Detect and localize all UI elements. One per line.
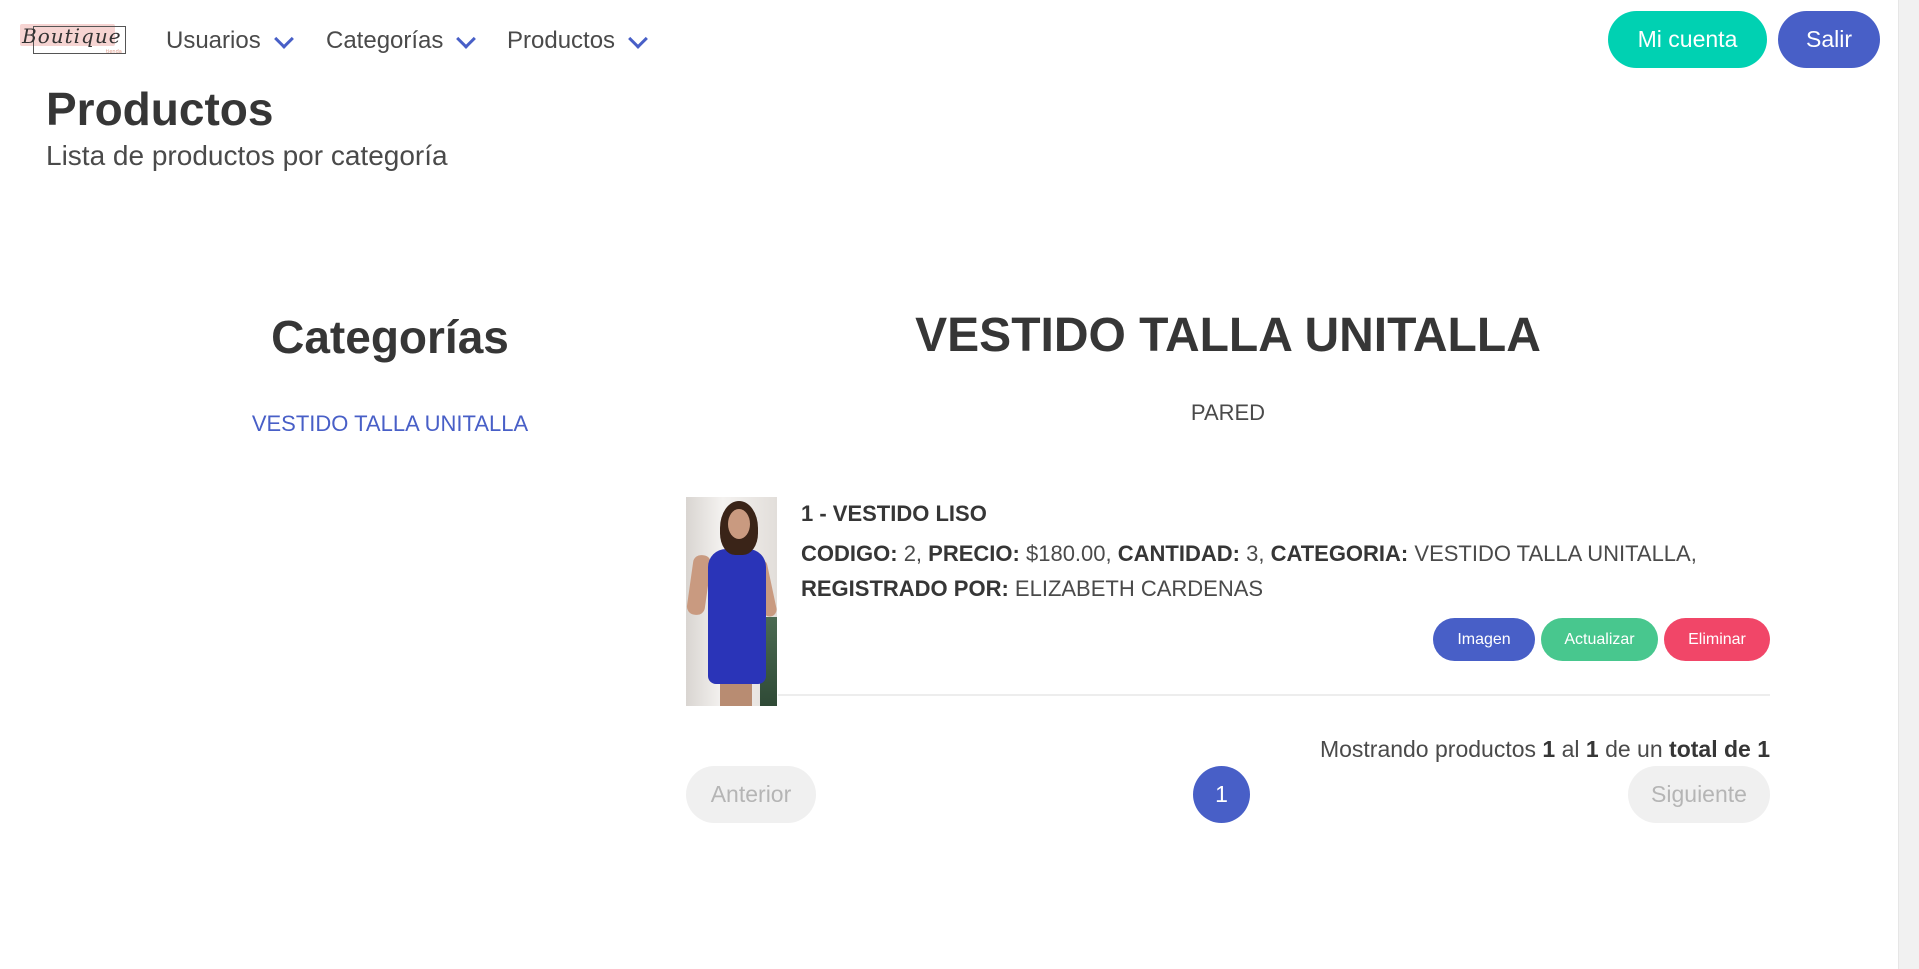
price-label: PRECIO: <box>928 541 1020 566</box>
quantity-label: CANTIDAD: <box>1117 541 1240 566</box>
nav-menu-label: Categorías <box>326 27 444 54</box>
code-value: 2, <box>903 541 923 566</box>
page-scrollbar[interactable] <box>1898 0 1919 969</box>
brand-logo[interactable]: Boutique tienda <box>18 22 128 56</box>
update-button[interactable]: Actualizar <box>1541 618 1658 661</box>
registered-by-label: REGISTRADO POR: <box>801 576 1009 601</box>
category-value: VESTIDO TALLA UNITALLA, <box>1414 541 1697 566</box>
registered-by-value: ELIZABETH CARDENAS <box>1014 576 1264 601</box>
price-value: $180.00, <box>1025 541 1112 566</box>
nav-menu-usuarios[interactable]: Usuarios <box>166 24 294 58</box>
category-link[interactable]: VESTIDO TALLA UNITALLA <box>190 411 590 437</box>
my-account-button[interactable]: Mi cuenta <box>1608 11 1767 68</box>
code-label: CODIGO: <box>801 541 898 566</box>
chevron-down-icon <box>273 29 294 49</box>
nav-menu-productos[interactable]: Productos <box>507 24 648 58</box>
categories-title: Categorías <box>271 311 509 363</box>
nav-menu-categorias[interactable]: Categorías <box>326 24 477 58</box>
nav-menu-label: Productos <box>507 27 616 54</box>
pagination-current-page[interactable]: 1 <box>1193 766 1250 823</box>
navbar: Boutique tienda Usuarios Categorías Prod… <box>0 0 1898 80</box>
pagination-previous-button[interactable]: Anterior <box>686 766 816 823</box>
chevron-down-icon <box>456 29 477 49</box>
page-subtitle: Lista de productos por categoría <box>46 140 448 171</box>
product-item: 1 - VESTIDO LISO CODIGO: 2, PRECIO: $180… <box>686 497 1770 707</box>
chevron-down-icon <box>628 29 648 49</box>
category-description: PARED <box>1190 400 1266 425</box>
product-photo <box>686 497 777 706</box>
logo-text: Boutique <box>22 24 122 48</box>
results-summary: Mostrando productos 1 al 1 de un total d… <box>1319 736 1770 762</box>
image-button[interactable]: Imagen <box>1433 618 1535 661</box>
product-details: CODIGO: 2, PRECIO: $180.00, CANTIDAD: 3,… <box>801 536 1761 606</box>
quantity-value: 3, <box>1246 541 1265 566</box>
product-name: 1 - VESTIDO LISO <box>801 501 987 526</box>
pagination-next-button[interactable]: Siguiente <box>1628 766 1770 823</box>
category-label: CATEGORIA: <box>1270 541 1409 566</box>
category-heading: VESTIDO TALLA UNITALLA <box>915 309 1541 362</box>
logout-button[interactable]: Salir <box>1778 11 1880 68</box>
nav-menu-label: Usuarios <box>166 27 261 54</box>
logo-subtext: tienda <box>106 49 122 55</box>
delete-button[interactable]: Eliminar <box>1664 618 1770 661</box>
divider <box>778 694 1770 696</box>
page-title: Productos <box>46 83 274 135</box>
